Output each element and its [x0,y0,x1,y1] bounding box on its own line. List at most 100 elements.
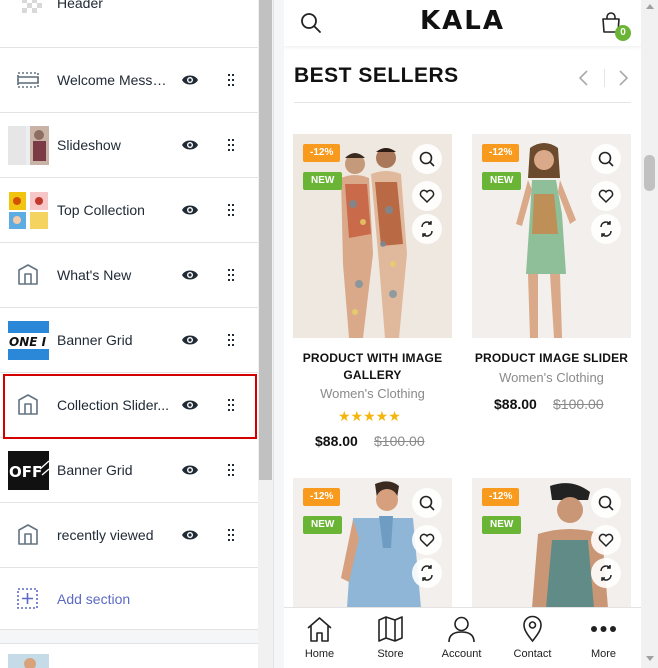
slider-next-arrow[interactable] [616,70,630,91]
product-vendor: Women's Clothing [499,370,604,385]
footer-thumbnail [8,654,49,668]
rating-stars: ★★★★★ [338,408,401,424]
drag-handle-icon[interactable] [225,267,237,283]
section-row-recently-viewed[interactable]: recently viewed [0,503,258,568]
sidebar-scrollbar[interactable] [258,0,273,668]
location-pin-icon [523,615,542,643]
compare-button[interactable] [412,214,442,244]
cart-count-badge: 0 [615,25,631,41]
quick-view-button[interactable] [591,488,621,518]
compare-button[interactable] [591,214,621,244]
svg-text:ONE I: ONE I [9,335,47,349]
product-title[interactable]: PRODUCT WITH IMAGE GALLERY [293,350,452,384]
add-section-label: Add section [57,591,131,607]
nav-store[interactable]: Store [355,608,426,668]
product-compare-price: $100.00 [374,433,425,449]
section-row-banner-grid[interactable]: ONE I Banner Grid [0,308,258,373]
product-price: $88.00 [494,396,537,412]
product-image[interactable]: -12% NEW [293,478,452,608]
section-row-banner-grid-2[interactable]: OFF Banner Grid [0,438,258,503]
section-title: BEST SELLERS [294,64,459,87]
section-row-welcome-message[interactable]: Welcome Messa... [0,48,258,113]
selected-section-outline [3,374,257,439]
drag-handle-icon[interactable] [225,527,237,543]
preview-scrollbar[interactable] [641,0,658,668]
preview-scrollbar-thumb[interactable] [644,155,655,191]
section-label: Header [57,0,103,11]
nav-label: Home [304,648,335,660]
nav-label: More [590,648,617,660]
quick-view-button[interactable] [412,144,442,174]
drag-handle-icon[interactable] [225,72,237,88]
sale-badge: -12% [482,144,520,162]
drag-handle-icon[interactable] [225,137,237,153]
store-logo[interactable]: KALA [284,6,641,36]
sale-badge: -12% [482,488,520,506]
compare-button[interactable] [591,558,621,588]
product-title[interactable]: PRODUCT IMAGE SLIDER [472,350,631,367]
wishlist-button[interactable] [591,181,621,211]
title-divider [294,102,631,103]
map-book-icon [378,616,403,642]
banner-grid-thumbnail: ONE I [8,321,49,360]
scroll-down-arrow[interactable] [646,656,654,661]
nav-account[interactable]: Account [426,608,497,668]
wishlist-button[interactable] [591,525,621,555]
welcome-message-icon [8,61,49,100]
section-label: Top Collection [57,202,145,218]
visibility-eye-icon[interactable] [181,138,199,152]
account-icon [448,616,475,643]
nav-home[interactable]: Home [284,608,355,668]
store-preview: KALA 0 BEST SELLERS -12% NEW PRODUCT WIT… [284,0,641,668]
slider-prev-arrow[interactable] [577,70,591,91]
sidebar-scrollbar-thumb[interactable] [259,0,272,480]
more-dots-icon [591,626,616,632]
nav-more[interactable]: More [568,608,639,668]
visibility-eye-icon[interactable] [181,333,199,347]
section-row-whats-new[interactable]: What's New [0,243,258,308]
panel-divider [273,0,284,668]
visibility-eye-icon[interactable] [181,528,199,542]
wishlist-button[interactable] [412,181,442,211]
section-row-slideshow[interactable]: Slideshow [0,113,258,178]
compare-button[interactable] [412,558,442,588]
new-badge: NEW [482,172,522,190]
wishlist-button[interactable] [412,525,442,555]
nav-label: Contact [513,648,552,660]
product-image[interactable]: -12% NEW [472,478,631,608]
home-icon [307,617,332,642]
section-row-top-collection[interactable]: Top Collection [0,178,258,243]
section-label: Banner Grid [57,462,133,478]
top-collection-thumbnail [8,191,49,230]
drag-handle-icon[interactable] [225,202,237,218]
new-badge: NEW [303,516,343,534]
drag-handle-icon[interactable] [225,332,237,348]
nav-label: Store [377,648,404,660]
section-label: What's New [57,267,132,283]
add-section-button[interactable]: Add section [0,568,258,630]
nav-label: Account [441,648,482,660]
quick-view-button[interactable] [412,488,442,518]
svg-text:OFF: OFF [9,463,42,481]
product-price: $88.00 [315,433,358,449]
scroll-up-arrow[interactable] [646,4,654,9]
section-label: Slideshow [57,137,121,153]
nav-contact[interactable]: Contact [497,608,568,668]
visibility-eye-icon[interactable] [181,463,199,477]
product-image[interactable]: -12% NEW [293,134,452,338]
quick-view-button[interactable] [591,144,621,174]
section-label: Banner Grid [57,332,133,348]
sale-badge: -12% [303,144,341,162]
product-image[interactable]: -12% NEW [472,134,631,338]
section-row-header[interactable]: Header [0,0,258,48]
product-vendor: Women's Clothing [320,386,425,401]
visibility-eye-icon[interactable] [181,268,199,282]
visibility-eye-icon[interactable] [181,203,199,217]
sale-badge: -12% [303,488,341,506]
drag-handle-icon[interactable] [225,462,237,478]
visibility-eye-icon[interactable] [181,73,199,87]
section-template-icon [8,256,49,295]
add-section-icon [8,579,49,618]
arrow-divider [604,69,605,87]
banner-grid-off-thumbnail: OFF [8,451,49,490]
